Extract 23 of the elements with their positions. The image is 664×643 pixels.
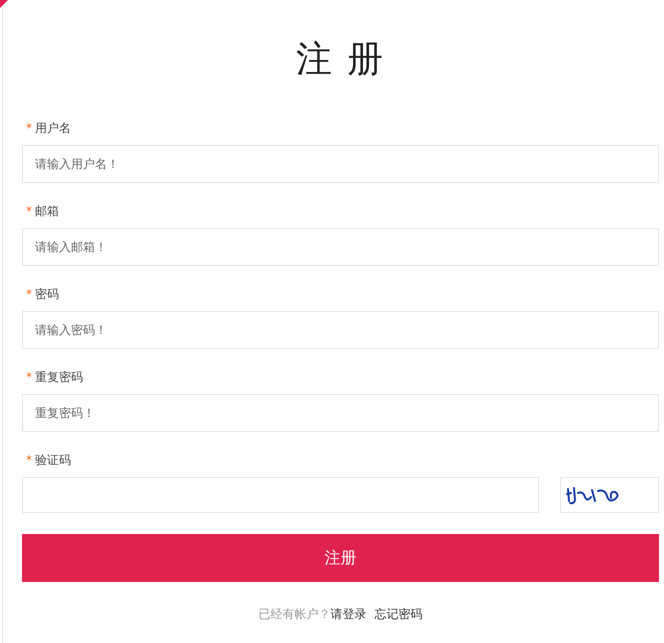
input-field[interactable]: 请输入密码！ (22, 311, 659, 349)
field-label: 验证码 (35, 452, 71, 469)
field-label: 邮箱 (35, 203, 59, 220)
forgot-password-link[interactable]: 忘记密码 (374, 604, 422, 624)
required-mark: * (26, 120, 32, 137)
login-link[interactable]: 请登录 (330, 604, 366, 624)
captcha-input-field[interactable] (22, 477, 539, 513)
input-field[interactable]: 重复密码！ (22, 394, 659, 432)
captcha-image[interactable] (560, 477, 659, 513)
captcha-squiggle-drawing (565, 485, 621, 505)
input-field[interactable]: 请输入邮箱！ (22, 228, 659, 266)
field-label: 密码 (35, 286, 59, 303)
page-title: 注 册 (294, 38, 386, 82)
register-button[interactable]: 注册 (22, 534, 659, 582)
required-mark: * (26, 369, 32, 386)
corner-triangle-icon (0, 0, 8, 8)
required-mark: * (26, 203, 32, 220)
required-mark: * (26, 286, 32, 303)
input-field[interactable]: 请输入用户名！ (22, 145, 659, 183)
account-prompt-text: 已经有帐户？ (258, 606, 330, 623)
required-mark: * (26, 452, 32, 469)
field-label: 用户名 (35, 120, 71, 137)
field-label: 重复密码 (35, 369, 83, 386)
